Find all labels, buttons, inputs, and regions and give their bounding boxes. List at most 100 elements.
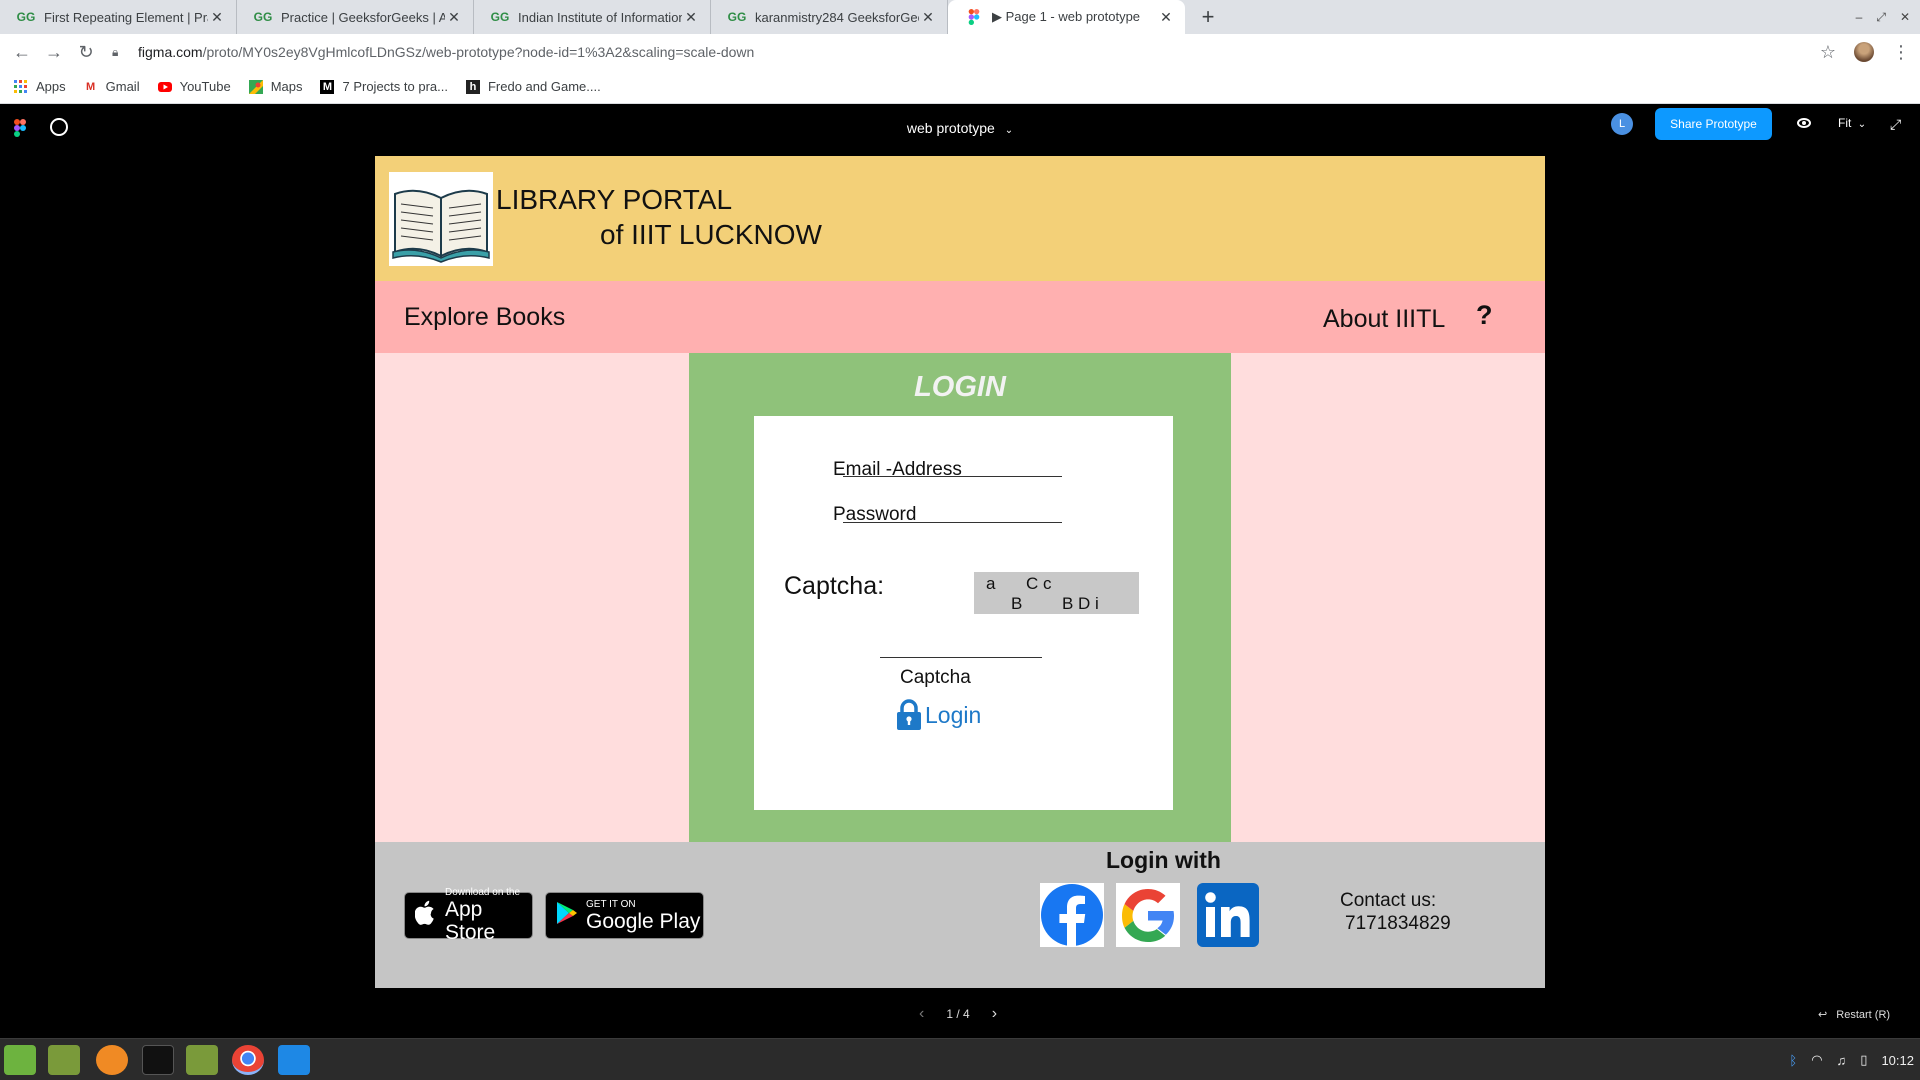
browser-tab-3[interactable]: GG Indian Institute of Information ✕ [474, 0, 711, 34]
login-heading: LOGIN [914, 371, 1006, 403]
battery-icon[interactable]: ▯ [1860, 1052, 1867, 1068]
bookmark-youtube[interactable]: YouTube [157, 79, 231, 94]
prototype-pager: ‹ 1 / 4 › [919, 1005, 997, 1023]
youtube-icon [157, 80, 172, 94]
bookmark-label: Maps [270, 79, 303, 94]
user-avatar[interactable]: L [1611, 113, 1633, 135]
site-navbar: Explore Books About IIITL ? [375, 281, 1545, 353]
more-menu-icon[interactable]: ⋮ [1892, 42, 1910, 63]
address-bar[interactable]: 🔒︎ figma.com/proto/MY0s2ey8VgHmlcofLDnGS… [112, 38, 1812, 66]
bluetooth-icon[interactable]: ᛒ [1789, 1053, 1797, 1068]
tab-close-icon[interactable]: ✕ [919, 9, 937, 26]
captcha-char: C c [1026, 574, 1052, 593]
nav-about-iiitl[interactable]: About IIITL [1323, 305, 1445, 334]
email-field[interactable]: Email -Address [833, 459, 962, 481]
browser-toolbar: ← → ↻ 🔒︎ figma.com/proto/MY0s2ey8VgHmlco… [0, 34, 1920, 70]
window-controls: – ⤢ ✕ [1856, 0, 1910, 34]
tab-title: Indian Institute of Information [518, 9, 682, 25]
bookmark-label: Gmail [105, 79, 140, 94]
close-window-icon[interactable]: ✕ [1900, 10, 1910, 24]
url-host: figma.com [138, 44, 203, 60]
bookmark-maps[interactable]: Maps [248, 79, 303, 94]
toolbar-actions: ☆ ⋮ [1820, 38, 1910, 66]
wifi-icon[interactable]: ◠ [1811, 1052, 1822, 1068]
tab-close-icon[interactable]: ✕ [445, 9, 463, 26]
login-panel: LOGIN Email -Address Password Captcha: a… [689, 353, 1231, 842]
restore-icon[interactable]: ⤢ [1876, 10, 1886, 25]
captcha-char: a [986, 574, 996, 593]
bookmark-hashnode[interactable]: h Fredo and Game.... [465, 79, 601, 94]
hashnode-icon: h [465, 79, 480, 94]
bookmark-gmail[interactable]: M Gmail [84, 79, 140, 94]
prototype-title-text: web prototype [906, 120, 995, 136]
next-frame-icon[interactable]: › [992, 1005, 997, 1023]
browser-tab-1[interactable]: GG First Repeating Element | Pra ✕ [0, 0, 237, 34]
profile-avatar[interactable] [1854, 42, 1874, 62]
bookmark-label: 7 Projects to pra... [342, 79, 448, 94]
bookmark-medium[interactable]: M 7 Projects to pra... [320, 79, 448, 94]
google-play-big-text: Google Play [586, 909, 701, 933]
browser-tab-5[interactable]: ▶ Page 1 - web prototype ✕ [948, 0, 1185, 34]
minimize-icon[interactable]: – [1856, 10, 1863, 24]
medium-icon: M [320, 79, 335, 94]
bookmarks-bar: Apps M Gmail YouTube Maps M 7 Projects t… [0, 70, 1920, 104]
vscode-icon[interactable] [278, 1045, 310, 1075]
google-play-small-text: GET IT ON [586, 898, 636, 910]
eye-icon[interactable] [1797, 118, 1811, 128]
login-with-heading: Login with [1106, 847, 1221, 873]
tab-close-icon[interactable]: ✕ [208, 9, 226, 26]
app-store-badge[interactable]: Download on the App Store [404, 887, 533, 944]
nav-explore-books[interactable]: Explore Books [404, 303, 565, 332]
app-store-small-text: Download on the [445, 887, 521, 898]
tab-title: Practice | GeeksforGeeks | A c [281, 9, 445, 25]
back-arrow-icon[interactable]: ← [6, 36, 38, 68]
app-store-big-text: App Store [445, 898, 496, 944]
bookmark-star-icon[interactable]: ☆ [1820, 42, 1836, 63]
folders-icon[interactable] [186, 1045, 218, 1075]
forward-arrow-icon[interactable]: → [38, 36, 70, 68]
captcha-label: Captcha: [784, 572, 885, 600]
google-play-badge[interactable]: GET IT ON Google Play [545, 892, 704, 939]
figma-prototype-bar: web prototype ⌄ [0, 104, 1920, 154]
captcha-underline [880, 657, 1042, 658]
browser-tab-4[interactable]: GG karanmistry284 GeeksforGeek ✕ [711, 0, 948, 34]
captcha-char: B D i [1062, 594, 1099, 613]
tab-close-icon[interactable]: ✕ [682, 9, 700, 26]
chrome-icon[interactable] [232, 1045, 264, 1075]
reload-icon[interactable]: ↻ [70, 36, 102, 68]
share-prototype-button[interactable]: Share Prototype [1655, 108, 1772, 140]
url-path: /proto/MY0s2ey8VgHmlcofLDnGSz/web-protot… [202, 44, 755, 60]
captcha-input[interactable]: Captcha [900, 667, 971, 689]
tab-title: karanmistry284 GeeksforGeek [755, 9, 919, 25]
bookmark-apps[interactable]: Apps [14, 79, 66, 94]
zoom-fit-dropdown[interactable]: Fit ⌄ [1838, 116, 1866, 130]
tab-close-icon[interactable]: ✕ [1157, 9, 1175, 26]
clock[interactable]: 10:12 [1881, 1053, 1914, 1068]
padlock-icon [897, 699, 921, 730]
chevron-down-icon: ⌄ [1857, 119, 1867, 130]
new-tab-icon[interactable]: + [1193, 0, 1223, 34]
mint-menu-icon[interactable] [4, 1045, 36, 1075]
facebook-icon[interactable] [1040, 883, 1104, 947]
firefox-icon[interactable] [96, 1045, 128, 1075]
tab-title: ▶ Page 1 - web prototype [992, 9, 1141, 24]
password-field[interactable]: Password [833, 504, 916, 526]
previous-frame-icon[interactable]: ‹ [919, 1005, 924, 1023]
help-icon[interactable]: ? [1476, 300, 1493, 331]
apple-icon [414, 900, 437, 931]
fullscreen-icon[interactable]: ⤢ [1890, 116, 1901, 133]
google-icon[interactable] [1116, 883, 1180, 947]
geeksforgeeks-icon: GG [727, 10, 747, 24]
os-taskbar: ᛒ ◠ ♫ ▯ 10:12 [0, 1038, 1920, 1080]
browser-tab-2[interactable]: GG Practice | GeeksforGeeks | A c ✕ [237, 0, 474, 34]
restart-button[interactable]: ↩ Restart (R) [1818, 1008, 1890, 1021]
file-manager-icon[interactable] [48, 1045, 80, 1075]
login-button[interactable]: Login [895, 698, 981, 732]
terminal-icon[interactable] [142, 1045, 174, 1075]
gmail-icon: M [86, 80, 96, 93]
maps-icon [248, 79, 263, 94]
chevron-down-icon: ⌄ [1004, 125, 1014, 136]
music-icon[interactable]: ♫ [1837, 1053, 1847, 1068]
google-play-icon [556, 901, 578, 930]
linkedin-icon[interactable] [1197, 883, 1259, 947]
